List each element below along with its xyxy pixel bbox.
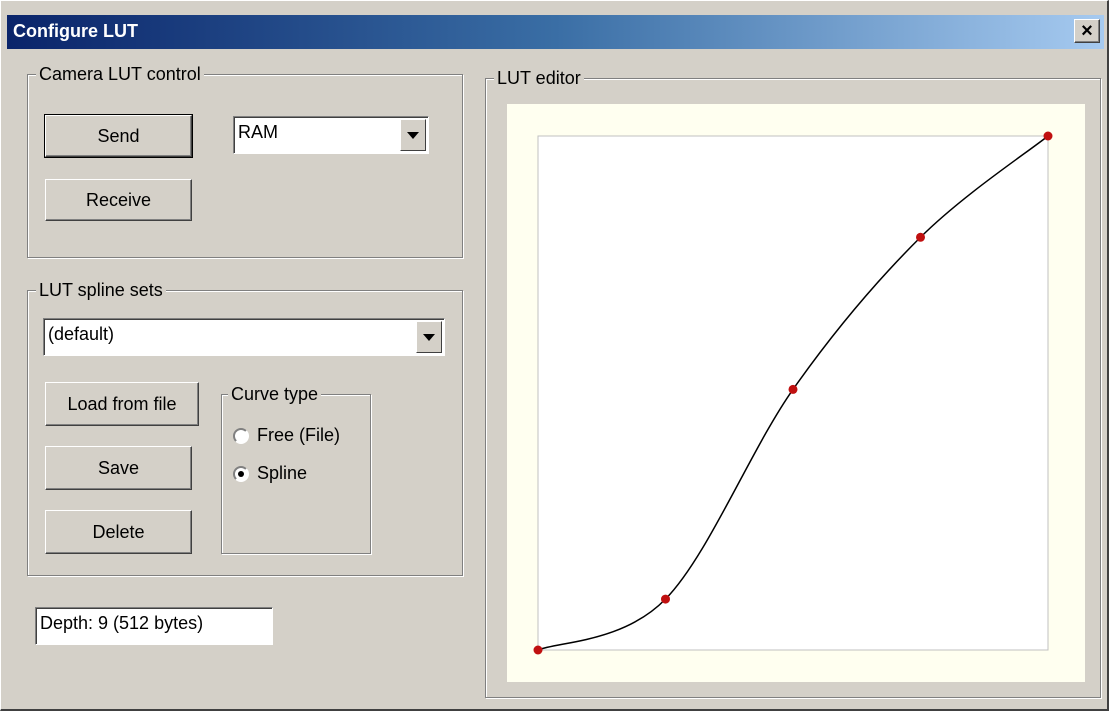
delete-button[interactable]: Delete <box>45 510 192 554</box>
control-point[interactable] <box>788 384 798 394</box>
send-button-label: Send <box>97 125 140 146</box>
camera-lut-control-group: Camera LUT control <box>27 63 463 258</box>
camera-lut-control-label: Camera LUT control <box>36 63 204 85</box>
lut-editor-label: LUT editor <box>494 67 584 89</box>
spline-set-value: (default) <box>48 324 115 344</box>
lut-target-select[interactable]: RAM <box>233 116 429 154</box>
receive-button[interactable]: Receive <box>45 179 192 221</box>
curve-type-spline-option[interactable]: Spline <box>233 463 307 484</box>
delete-button-label: Delete <box>92 521 145 542</box>
spline-radio[interactable] <box>233 465 249 482</box>
chevron-down-icon <box>423 333 435 341</box>
save-button[interactable]: Save <box>45 446 192 490</box>
window-title: Configure LUT <box>13 21 138 41</box>
depth-text: Depth: 9 (512 bytes) <box>40 613 204 633</box>
save-button-label: Save <box>97 457 140 478</box>
curve-type-label: Curve type <box>228 383 322 405</box>
free-radio[interactable] <box>233 427 249 444</box>
depth-field: Depth: 9 (512 bytes) <box>35 607 273 645</box>
lut-editor-canvas[interactable] <box>507 104 1085 682</box>
control-point[interactable] <box>533 645 543 655</box>
curve-type-free-option[interactable]: Free (File) <box>233 425 340 446</box>
control-point[interactable] <box>661 594 670 604</box>
control-point[interactable] <box>916 232 925 242</box>
spline-radio-label: Spline <box>257 463 308 483</box>
load-from-file-label: Load from file <box>67 393 177 414</box>
control-point[interactable] <box>1043 131 1053 141</box>
spline-set-select[interactable]: (default) <box>43 318 445 356</box>
lut-spline-sets-label: LUT spline sets <box>36 279 166 301</box>
free-radio-label: Free (File) <box>257 425 341 445</box>
close-icon: × <box>1081 20 1093 42</box>
load-from-file-button[interactable]: Load from file <box>45 382 199 426</box>
close-button[interactable]: × <box>1074 19 1100 43</box>
send-button[interactable]: Send <box>44 114 193 158</box>
title-bar: Configure LUT × <box>7 15 1104 49</box>
lut-editor-plot[interactable] <box>507 104 1085 682</box>
lut-target-value: RAM <box>238 122 278 142</box>
receive-button-label: Receive <box>85 189 152 210</box>
configure-lut-window: Configure LUT × Camera LUT control Send … <box>0 0 1109 711</box>
chevron-down-icon <box>407 131 419 139</box>
lut-target-dropdown-button[interactable] <box>400 119 426 151</box>
spline-set-dropdown-button[interactable] <box>416 321 442 353</box>
